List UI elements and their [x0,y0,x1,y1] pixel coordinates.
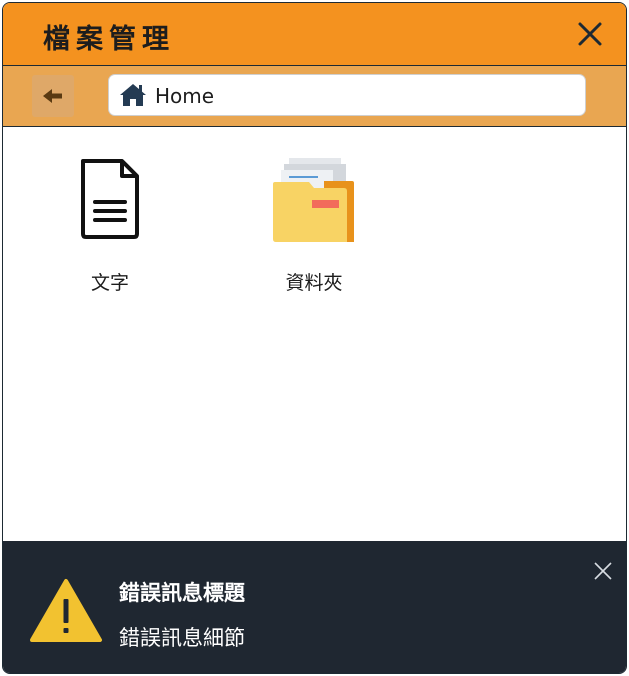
error-toast: 錯誤訊息標題 錯誤訊息細節 [3,541,626,673]
navigation-toolbar: Home [3,66,626,127]
toast-close-button[interactable] [593,561,613,581]
warning-icon [30,579,102,642]
folder-icon [273,158,354,242]
file-name: 文字 [90,272,129,294]
file-item-folder[interactable]: 資料夾 [254,158,374,294]
toast-detail: 錯誤訊息細節 [119,626,245,650]
address-bar[interactable]: Home [108,74,586,116]
window-title: 檔案管理 [43,24,175,55]
file-name: 資料夾 [285,272,343,294]
title-bar: 檔案管理 [3,3,626,66]
arrow-left-icon [43,89,62,103]
close-icon [594,562,612,580]
close-button[interactable] [575,19,605,49]
home-icon [120,84,146,106]
close-icon [578,22,602,46]
back-button[interactable] [32,75,74,117]
address-path: Home [155,84,215,108]
file-item-text[interactable]: 文字 [50,158,170,294]
file-manager-window: 檔案管理 Home 文字 資料夾 錯誤訊息標題 錯誤訊息細節 [2,2,627,674]
document-icon [81,159,139,239]
toast-title: 錯誤訊息標題 [119,581,245,605]
